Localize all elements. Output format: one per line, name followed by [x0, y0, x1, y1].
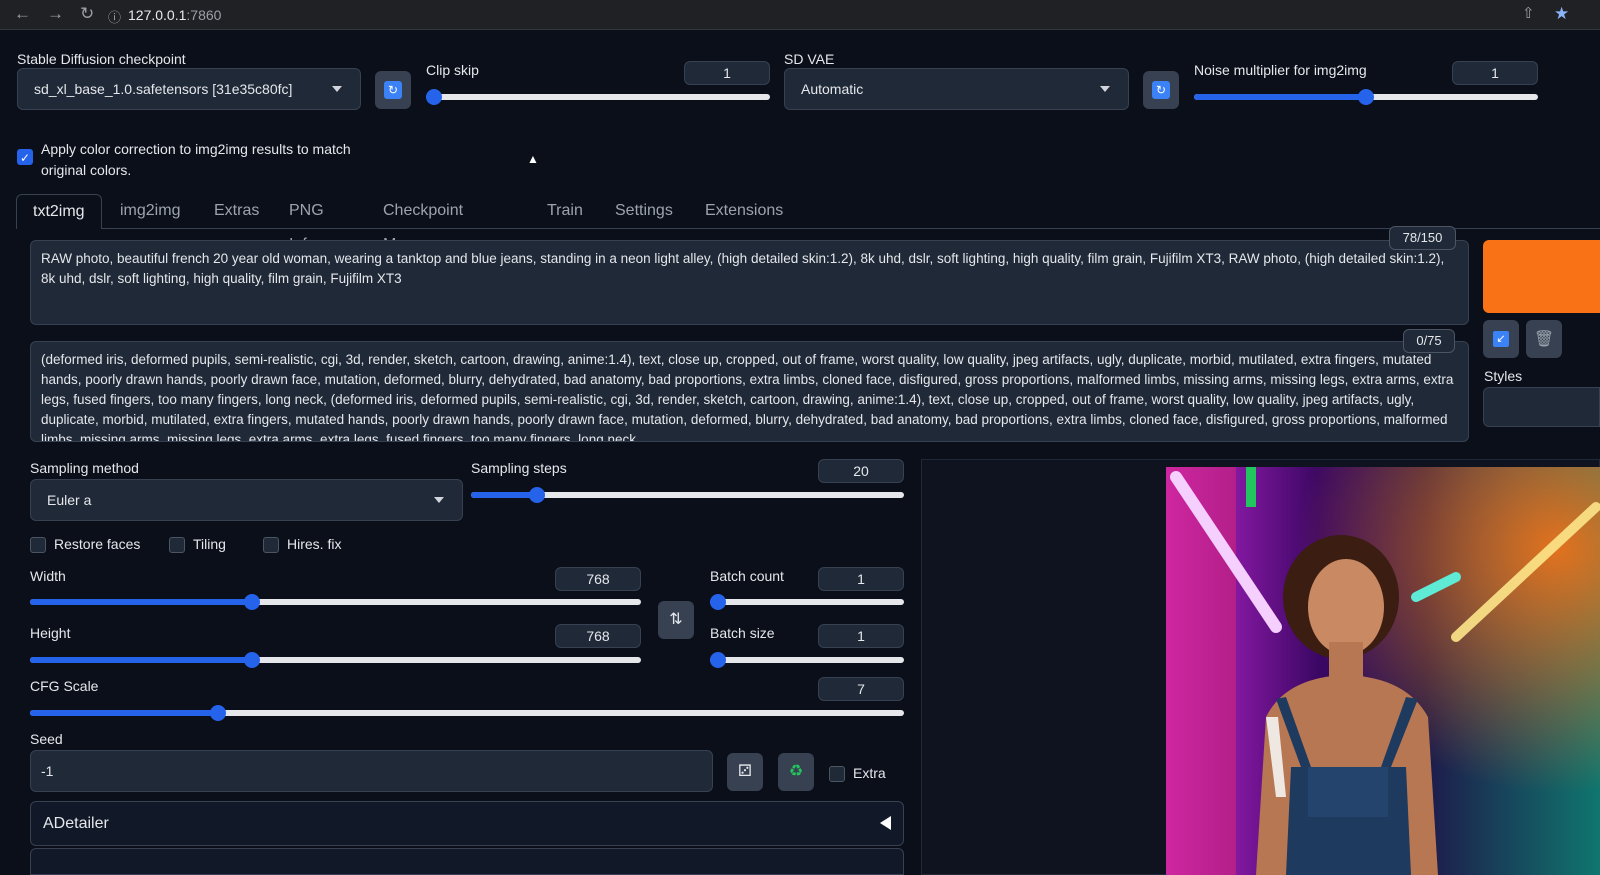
- restore-faces-label: Restore faces: [54, 536, 141, 552]
- seed-input[interactable]: -1: [30, 750, 713, 792]
- checkpoint-value: sd_xl_base_1.0.safetensors [31e35c80fc]: [34, 81, 293, 97]
- tab-png-info[interactable]: PNG Info: [289, 194, 324, 253]
- color-correction-checkbox[interactable]: ✓: [17, 149, 33, 165]
- next-accordion[interactable]: [30, 848, 904, 875]
- chevron-down-icon: [434, 497, 444, 503]
- chevron-down-icon: [1100, 86, 1110, 92]
- back-arrow-icon[interactable]: ←: [14, 4, 31, 24]
- height-input[interactable]: 768: [555, 624, 641, 648]
- chevron-down-icon: [332, 86, 342, 92]
- cfg-scale-slider[interactable]: [30, 705, 904, 721]
- tab-train[interactable]: Train: [547, 194, 583, 228]
- cfg-scale-input[interactable]: 7: [818, 677, 904, 701]
- positive-token-counter: 78/150: [1389, 226, 1456, 250]
- refresh-checkpoint-button[interactable]: ↻: [375, 71, 411, 109]
- swap-arrows-icon: ⇅: [669, 611, 683, 628]
- site-info-icon[interactable]: ⓘ: [108, 7, 121, 26]
- clip-skip-slider[interactable]: [426, 89, 770, 105]
- recycle-icon: ♻: [788, 763, 804, 780]
- sampling-method-value: Euler a: [47, 492, 92, 508]
- collapse-triangle-icon: [880, 816, 891, 830]
- tab-settings[interactable]: Settings: [615, 194, 673, 228]
- share-icon[interactable]: ⇧: [1522, 4, 1535, 22]
- refresh-icon: ↻: [384, 81, 402, 99]
- clip-skip-input[interactable]: 1: [684, 61, 770, 85]
- tiling-checkbox[interactable]: [169, 537, 185, 553]
- sampling-steps-input[interactable]: 20: [818, 459, 904, 483]
- styles-dropdown[interactable]: [1483, 387, 1600, 427]
- sampling-steps-slider[interactable]: [471, 487, 904, 503]
- clip-skip-label: Clip skip: [426, 62, 479, 78]
- dice-icon: ⚂: [738, 763, 752, 780]
- noise-multiplier-input[interactable]: 1: [1452, 61, 1538, 85]
- extra-seed-label: Extra: [853, 765, 886, 781]
- forward-arrow-icon[interactable]: →: [47, 4, 64, 24]
- url-port: :7860: [186, 7, 222, 23]
- sampling-method-dropdown[interactable]: Euler a: [30, 479, 463, 521]
- extra-seed-checkbox[interactable]: [829, 766, 845, 782]
- reload-icon[interactable]: ↻: [80, 4, 94, 24]
- color-correction-label: Apply color correction to img2img result…: [41, 139, 351, 181]
- tab-extras[interactable]: Extras: [214, 194, 259, 228]
- trash-icon: 🗑: [1533, 331, 1555, 348]
- checkpoint-label: Stable Diffusion checkpoint: [17, 51, 186, 67]
- tab-extensions[interactable]: Extensions: [705, 194, 783, 228]
- color-correction-line1: Apply color correction to img2img result…: [41, 141, 351, 157]
- cfg-scale-label: CFG Scale: [30, 678, 99, 694]
- width-input[interactable]: 768: [555, 567, 641, 591]
- swap-dimensions-button[interactable]: ⇅: [658, 601, 694, 639]
- refresh-icon: ↻: [1152, 81, 1170, 99]
- negative-token-counter: 0/75: [1403, 329, 1455, 353]
- width-slider[interactable]: [30, 594, 641, 610]
- vae-dropdown[interactable]: Automatic: [784, 68, 1129, 110]
- tab-checkpoint-merger[interactable]: Checkpoint Merger: [383, 194, 463, 253]
- apply-style-button[interactable]: ↙: [1483, 320, 1519, 358]
- tab-txt2img[interactable]: txt2img: [16, 194, 102, 229]
- hires-fix-checkbox[interactable]: [263, 537, 279, 553]
- height-slider[interactable]: [30, 652, 641, 668]
- vae-value: Automatic: [801, 81, 864, 97]
- negative-prompt-input[interactable]: (deformed iris, deformed pupils, semi-re…: [30, 341, 1469, 442]
- tab-img2img[interactable]: img2img: [120, 194, 180, 228]
- batch-count-input[interactable]: 1: [818, 567, 904, 591]
- sampling-steps-label: Sampling steps: [471, 460, 567, 476]
- tab-divider: [16, 228, 1600, 229]
- arrow-down-left-icon: ↙: [1493, 331, 1509, 347]
- restore-faces-checkbox[interactable]: [30, 537, 46, 553]
- vae-label: SD VAE: [784, 51, 835, 67]
- batch-size-slider[interactable]: [710, 652, 904, 668]
- seed-label: Seed: [30, 731, 63, 747]
- batch-count-slider[interactable]: [710, 594, 904, 610]
- refresh-vae-button[interactable]: ↻: [1143, 71, 1179, 109]
- hires-fix-label: Hires. fix: [287, 536, 342, 552]
- sampling-method-label: Sampling method: [30, 460, 139, 476]
- positive-prompt-input[interactable]: RAW photo, beautiful french 20 year old …: [30, 240, 1469, 325]
- bookmark-star-icon[interactable]: ★: [1554, 4, 1569, 24]
- address-bar[interactable]: 127.0.0.1:7860: [128, 4, 221, 26]
- batch-size-input[interactable]: 1: [818, 624, 904, 648]
- color-correction-line2: original colors.: [41, 162, 132, 178]
- clear-prompt-button[interactable]: 🗑: [1526, 320, 1562, 358]
- generated-image[interactable]: [1166, 467, 1600, 875]
- batch-size-label: Batch size: [710, 625, 775, 641]
- checkpoint-dropdown[interactable]: sd_xl_base_1.0.safetensors [31e35c80fc]: [17, 68, 361, 110]
- url-host: 127.0.0.1: [128, 7, 187, 23]
- batch-count-label: Batch count: [710, 568, 784, 584]
- reuse-seed-button[interactable]: ♻: [778, 753, 814, 791]
- noise-multiplier-label: Noise multiplier for img2img: [1194, 62, 1367, 78]
- styles-label: Styles: [1484, 368, 1523, 384]
- generate-button[interactable]: [1483, 240, 1600, 313]
- width-label: Width: [30, 568, 66, 584]
- random-seed-button[interactable]: ⚂: [727, 753, 763, 791]
- height-label: Height: [30, 625, 71, 641]
- noise-multiplier-slider[interactable]: [1194, 89, 1538, 105]
- adetailer-label: ADetailer: [43, 815, 109, 832]
- mouse-cursor-icon: ▲: [527, 152, 539, 166]
- tiling-label: Tiling: [193, 536, 226, 552]
- adetailer-accordion[interactable]: ADetailer: [30, 801, 904, 846]
- browser-toolbar: ← → ↻ ⓘ 127.0.0.1:7860 ⇧ ★: [0, 0, 1600, 30]
